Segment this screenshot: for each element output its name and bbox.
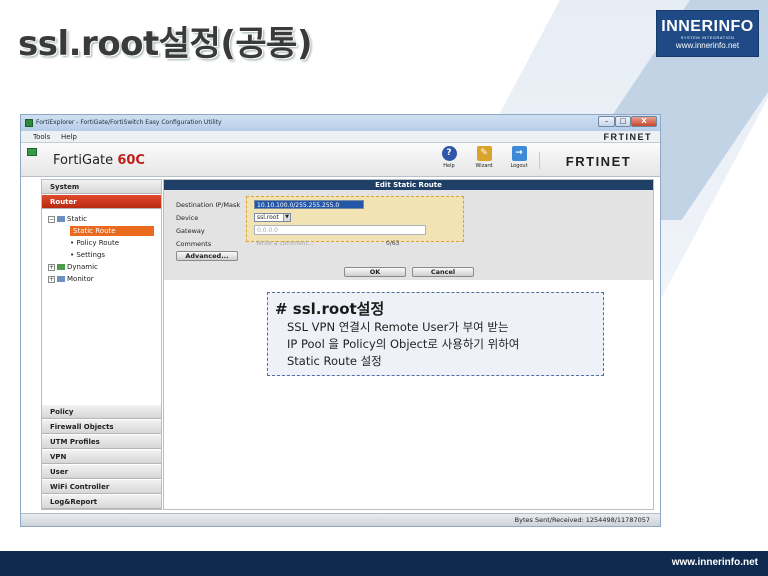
gateway-input[interactable]: 0.0.0.0: [254, 225, 426, 235]
callout-title: # ssl.root설정: [275, 300, 385, 318]
sidebar-section-vpn[interactable]: VPN: [42, 450, 161, 464]
wizard-button[interactable]: ✎ Wizard: [469, 146, 499, 174]
callout-line: SSL VPN 연결시 Remote User가 부여 받는: [287, 320, 509, 334]
wizard-icon: ✎: [476, 146, 492, 161]
comments-input[interactable]: Write a comment...: [254, 239, 386, 248]
tree-item-settings[interactable]: • Settings: [70, 250, 105, 260]
tree-item-policy-route[interactable]: • Policy Route: [70, 238, 119, 248]
device-model: 60C: [117, 153, 145, 168]
dialog-title: Edit Static Route: [164, 180, 653, 190]
sidebar-section-log-report[interactable]: Log&Report: [42, 495, 161, 509]
sidebar-section-user[interactable]: User: [42, 465, 161, 479]
minimize-button[interactable]: –: [598, 116, 615, 127]
folder-icon: [57, 216, 65, 222]
destination-label: Destination IP/Mask: [176, 201, 241, 209]
sidebar-section-policy[interactable]: Policy: [42, 405, 161, 419]
tree-label-dynamic: Dynamic: [67, 263, 98, 271]
monitor-icon: [57, 276, 65, 282]
sidebar-section-router[interactable]: Router: [42, 195, 161, 209]
sidebar-section-firewall-objects[interactable]: Firewall Objects: [42, 420, 161, 434]
menu-help[interactable]: Help: [61, 133, 77, 141]
tree-item-monitor[interactable]: + Monitor: [48, 274, 94, 284]
expand-icon[interactable]: +: [48, 276, 55, 283]
tree-item-static-route[interactable]: Static Route: [70, 226, 154, 236]
tree-item-static[interactable]: − Static: [48, 214, 87, 224]
sidebar-section-wifi-controller[interactable]: WiFi Controller: [42, 480, 161, 494]
slide-title: ssl.root설정(공통): [18, 24, 312, 64]
fortinet-logo-small: FRTINET: [603, 132, 652, 142]
menu-bar: Tools Help FRTINET: [21, 131, 660, 143]
device-label: Device: [176, 214, 199, 222]
logo-url: www.innerinfo.net: [675, 41, 740, 50]
tree-label-policy-route: Policy Route: [76, 239, 120, 247]
tree-label-settings: Settings: [76, 251, 106, 259]
sidebar-section-utm-profiles[interactable]: UTM Profiles: [42, 435, 161, 449]
comment-char-count: 0/63: [386, 240, 400, 247]
logout-label: Logout: [510, 163, 528, 169]
tree-label-monitor: Monitor: [67, 275, 94, 283]
app-header: FortiGate 60C ? Help ✎ Wizard → Logout F…: [21, 143, 660, 177]
edit-static-route-form: Destination IP/Mask Device Gateway Comme…: [164, 190, 653, 280]
slide: ssl.root설정(공통) INNERINFO SYSTEM INTEGRAT…: [0, 0, 768, 576]
device-select[interactable]: ssl.root ▼: [254, 213, 291, 222]
ok-button[interactable]: OK: [344, 267, 406, 277]
help-icon: ?: [441, 146, 457, 161]
cancel-button[interactable]: Cancel: [412, 267, 474, 277]
logout-icon: →: [511, 146, 527, 161]
destination-input[interactable]: 10.10.100.0/255.255.255.0: [254, 200, 364, 209]
close-button[interactable]: X: [631, 116, 657, 127]
sidebar: System Router − Static Static Route • Pol…: [41, 179, 162, 510]
wizard-label: Wizard: [475, 163, 493, 169]
tree-item-dynamic[interactable]: + Dynamic: [48, 262, 98, 272]
sidebar-toggle-icon[interactable]: [27, 148, 37, 156]
collapse-icon[interactable]: −: [48, 216, 55, 223]
app-window: FortiExplorer - FortiGate/FortiSwitch Ea…: [20, 114, 661, 527]
logo-name: INNERINFO: [661, 18, 754, 35]
maximize-button[interactable]: □: [615, 116, 631, 127]
tree-label-static: Static: [67, 215, 88, 223]
advanced-button[interactable]: Advanced...: [176, 251, 238, 261]
bytes-status: Bytes Sent/Received: 1254498/11787057: [514, 516, 650, 524]
help-label: Help: [443, 163, 455, 169]
fortinet-logo: FRTINET: [539, 152, 657, 169]
comments-label: Comments: [176, 240, 212, 248]
window-titlebar[interactable]: FortiExplorer - FortiGate/FortiSwitch Ea…: [21, 115, 660, 131]
footer-url: www.innerinfo.net: [671, 557, 758, 568]
chevron-down-icon[interactable]: ▼: [283, 214, 290, 221]
device-name: FortiGate 60C: [53, 153, 145, 168]
device-select-value: ssl.root: [257, 214, 279, 221]
device-name-text: FortiGate: [53, 153, 114, 168]
expand-icon[interactable]: +: [48, 264, 55, 271]
menu-tools[interactable]: Tools: [33, 133, 50, 141]
innerinfo-logo: INNERINFO SYSTEM INTEGRATION www.innerin…: [656, 10, 759, 57]
logout-button[interactable]: → Logout: [504, 146, 534, 174]
help-button[interactable]: ? Help: [434, 146, 464, 174]
app-icon: [25, 119, 33, 127]
window-title: FortiExplorer - FortiGate/FortiSwitch Ea…: [36, 119, 222, 126]
dynamic-icon: [57, 264, 65, 270]
callout-line: Static Route 설정: [287, 354, 382, 368]
sidebar-section-system[interactable]: System: [42, 180, 161, 194]
footer-bar: www.innerinfo.net: [0, 551, 768, 576]
status-bar: Bytes Sent/Received: 1254498/11787057: [21, 513, 660, 526]
annotation-callout: # ssl.root설정 SSL VPN 연결시 Remote User가 부여…: [267, 292, 604, 376]
callout-line: IP Pool 을 Policy의 Object로 사용하기 위하여: [287, 337, 520, 351]
gateway-label: Gateway: [176, 227, 205, 235]
content-pane: Edit Static Route Destination IP/Mask De…: [163, 179, 654, 510]
